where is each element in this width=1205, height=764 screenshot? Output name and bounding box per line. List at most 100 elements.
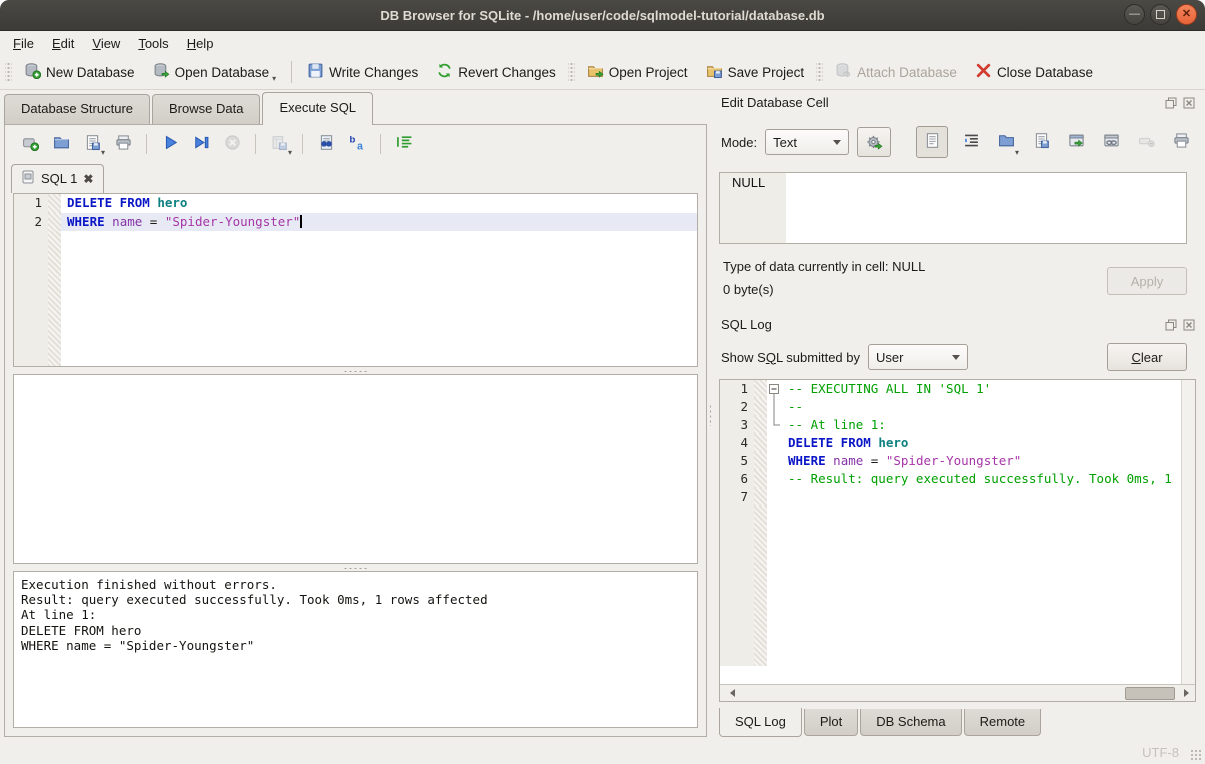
- cell-editor[interactable]: NULL: [719, 172, 1187, 244]
- results-grid[interactable]: [13, 374, 698, 564]
- minimize-button[interactable]: —: [1124, 4, 1145, 25]
- editor-empty[interactable]: [61, 231, 697, 366]
- toolbar-separator: [255, 134, 256, 154]
- menu-tools[interactable]: Tools: [129, 33, 177, 54]
- toolbar-separator: [380, 134, 381, 154]
- import-data-button[interactable]: ▾: [994, 130, 1018, 154]
- maximize-button[interactable]: [1150, 4, 1171, 25]
- code-line: 5WHERE name = "Spider-Youngster": [720, 452, 1181, 470]
- revert-changes-button[interactable]: Revert Changes: [427, 58, 565, 86]
- filter-label: Show SQL submitted by: [721, 350, 860, 365]
- sql-editor-toolbar: ▾ ▾ ba: [5, 125, 706, 163]
- menu-file[interactable]: File: [4, 33, 43, 54]
- encoding-label: UTF-8: [1142, 745, 1179, 760]
- menu-edit[interactable]: Edit: [43, 33, 83, 54]
- set-null-button[interactable]: [1134, 130, 1158, 154]
- write-changes-button[interactable]: Write Changes: [298, 58, 427, 86]
- close-button[interactable]: ✕: [1176, 4, 1197, 25]
- close-dock-icon[interactable]: [1182, 96, 1195, 109]
- open-new-sql-tab-button[interactable]: [17, 131, 43, 157]
- export-data-button[interactable]: [1029, 130, 1053, 154]
- new-database-button[interactable]: New Database: [15, 58, 144, 86]
- find-replace-button[interactable]: ba: [344, 131, 370, 157]
- tab-execute-sql[interactable]: Execute SQL: [262, 92, 373, 125]
- open-sql-file-button[interactable]: [48, 131, 74, 157]
- resize-grip[interactable]: [1190, 749, 1202, 761]
- code-text: WHERE name = "Spider-Youngster": [782, 452, 1181, 470]
- save-results-icon: [271, 134, 288, 154]
- menu-help[interactable]: Help: [178, 33, 223, 54]
- save-results-button[interactable]: ▾: [266, 131, 292, 157]
- close-database-button[interactable]: Close Database: [966, 58, 1102, 86]
- edit-cell-dock-header: Edit Database Cell: [721, 95, 1195, 110]
- format-sql-button[interactable]: [391, 131, 417, 157]
- horizontal-scrollbar[interactable]: [720, 684, 1195, 701]
- sql-log-text[interactable]: 1-- EXECUTING ALL IN 'SQL 1'2--3-- At li…: [720, 380, 1181, 684]
- cell-mode-row: Mode: Text ▾: [721, 126, 1197, 158]
- tab-db-schema[interactable]: DB Schema: [860, 709, 961, 736]
- import-settings-button[interactable]: [857, 127, 891, 157]
- text-mode-button[interactable]: [916, 126, 948, 158]
- sql-file-tab[interactable]: SQL 1 ✖: [11, 164, 104, 193]
- tab-database-structure[interactable]: Database Structure: [4, 94, 150, 124]
- scroll-left-icon[interactable]: [721, 685, 740, 700]
- close-dock-icon[interactable]: [1182, 318, 1195, 331]
- sql-log-view[interactable]: 1-- EXECUTING ALL IN 'SQL 1'2--3-- At li…: [719, 379, 1196, 702]
- clear-button[interactable]: Clear: [1107, 343, 1187, 371]
- stop-execution-button[interactable]: [219, 131, 245, 157]
- submitted-by-select[interactable]: User: [868, 344, 968, 370]
- scroll-right-icon[interactable]: [1179, 685, 1194, 700]
- save-sql-file-button[interactable]: ▾: [79, 131, 105, 157]
- fold-margin: [754, 506, 767, 666]
- sql-log-title: SQL Log: [721, 317, 1159, 332]
- execute-all-button[interactable]: [157, 131, 183, 157]
- menu-view[interactable]: View: [83, 33, 129, 54]
- line-number: 7: [720, 488, 754, 506]
- write-changes-button-label: Write Changes: [329, 65, 418, 80]
- apply-button[interactable]: Apply: [1107, 267, 1187, 295]
- print-sql-button[interactable]: [110, 131, 136, 157]
- execution-message-area: Execution finished without errors. Resul…: [13, 571, 698, 728]
- print-cell-button[interactable]: [1169, 130, 1193, 154]
- toolbar-separator: [291, 61, 292, 83]
- word-wrap-button[interactable]: [959, 130, 983, 154]
- cell-print-icon: [1173, 132, 1190, 152]
- toolbar-drag-handle[interactable]: [5, 61, 12, 83]
- open-database-button[interactable]: Open Database▾: [144, 58, 286, 86]
- fold-marker: [767, 416, 782, 434]
- replace-icon: ba: [349, 134, 366, 154]
- tab-remote[interactable]: Remote: [964, 709, 1042, 736]
- open-external-button[interactable]: [1064, 130, 1088, 154]
- find-button[interactable]: [313, 131, 339, 157]
- vertical-scrollbar[interactable]: [1181, 380, 1195, 684]
- cell-edit-area[interactable]: [786, 173, 1186, 243]
- splitter-handle[interactable]: [5, 367, 706, 374]
- code-line: 2WHERE name = "Spider-Youngster": [14, 213, 697, 232]
- float-dock-icon[interactable]: [1164, 96, 1177, 109]
- toolbar-drag-handle[interactable]: [568, 61, 575, 83]
- tab-sql-log[interactable]: SQL Log: [719, 708, 802, 737]
- scrollbar-thumb[interactable]: [1125, 687, 1175, 700]
- close-tab-icon[interactable]: ✖: [83, 172, 93, 186]
- mode-select[interactable]: Text: [765, 129, 849, 155]
- float-dock-icon[interactable]: [1164, 318, 1177, 331]
- db-attach-icon: [835, 62, 852, 82]
- splitter-handle[interactable]: [5, 564, 706, 571]
- toolbar-separator: [302, 134, 303, 154]
- stop-icon: [224, 134, 241, 154]
- tab-plot[interactable]: Plot: [804, 709, 858, 736]
- attach-database-button[interactable]: Attach Database: [826, 58, 966, 86]
- toolbar-drag-handle[interactable]: [816, 61, 823, 83]
- open-project-button[interactable]: Open Project: [578, 58, 697, 86]
- tab-browse-data[interactable]: Browse Data: [152, 94, 260, 124]
- execute-current-line-button[interactable]: [188, 131, 214, 157]
- new-database-button-label: New Database: [46, 65, 135, 80]
- fold-marker[interactable]: [767, 380, 782, 398]
- sql-editor[interactable]: 1DELETE FROM hero2WHERE name = "Spider-Y…: [13, 193, 698, 367]
- save-project-button[interactable]: Save Project: [697, 58, 814, 86]
- attach-database-button-label: Attach Database: [857, 65, 957, 80]
- fold-marker: [767, 488, 782, 506]
- cell-value-gutter: NULL: [720, 173, 786, 243]
- copy-link-button[interactable]: [1099, 130, 1123, 154]
- dock-tab-bar: SQL LogPlotDB SchemaRemote: [719, 709, 1205, 738]
